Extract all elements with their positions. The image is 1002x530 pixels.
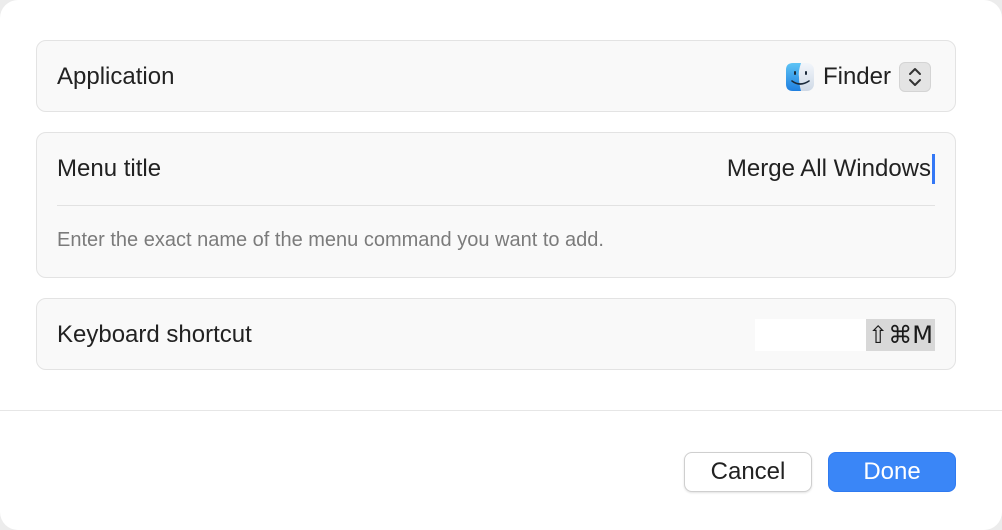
menu-title-row: Menu title Merge All Windows [57, 133, 935, 205]
finder-icon [785, 62, 815, 92]
keyboard-shortcut-label: Keyboard shortcut [57, 321, 252, 348]
menu-title-label: Menu title [57, 155, 162, 182]
keyboard-shortcut-row: Keyboard shortcut ⇧⌘M [57, 299, 935, 371]
chevron-up-down-icon[interactable] [899, 62, 931, 92]
keyboard-shortcut-group: Keyboard shortcut ⇧⌘M [36, 298, 956, 370]
keyboard-shortcut-value: ⇧⌘M [866, 319, 935, 351]
application-label: Application [57, 63, 175, 90]
cancel-button[interactable]: Cancel [684, 452, 812, 492]
menu-title-help-text: Enter the exact name of the menu command… [57, 229, 604, 251]
application-value: Finder [822, 63, 891, 90]
divider [57, 205, 935, 206]
application-group: Application Finder [36, 40, 956, 112]
footer-divider [0, 410, 1002, 411]
menu-title-value: Merge All Windows [726, 155, 931, 182]
keyboard-shortcut-field[interactable]: ⇧⌘M [755, 319, 935, 351]
text-caret [932, 154, 935, 184]
menu-title-group: Menu title Merge All Windows Enter the e… [36, 132, 956, 278]
done-button[interactable]: Done [828, 452, 956, 492]
menu-title-input[interactable]: Merge All Windows [727, 154, 935, 184]
add-shortcut-sheet: Application Finder Menu title Merge All … [0, 0, 1002, 530]
application-popup[interactable]: Finder [785, 62, 931, 92]
application-row: Application Finder [57, 41, 935, 113]
